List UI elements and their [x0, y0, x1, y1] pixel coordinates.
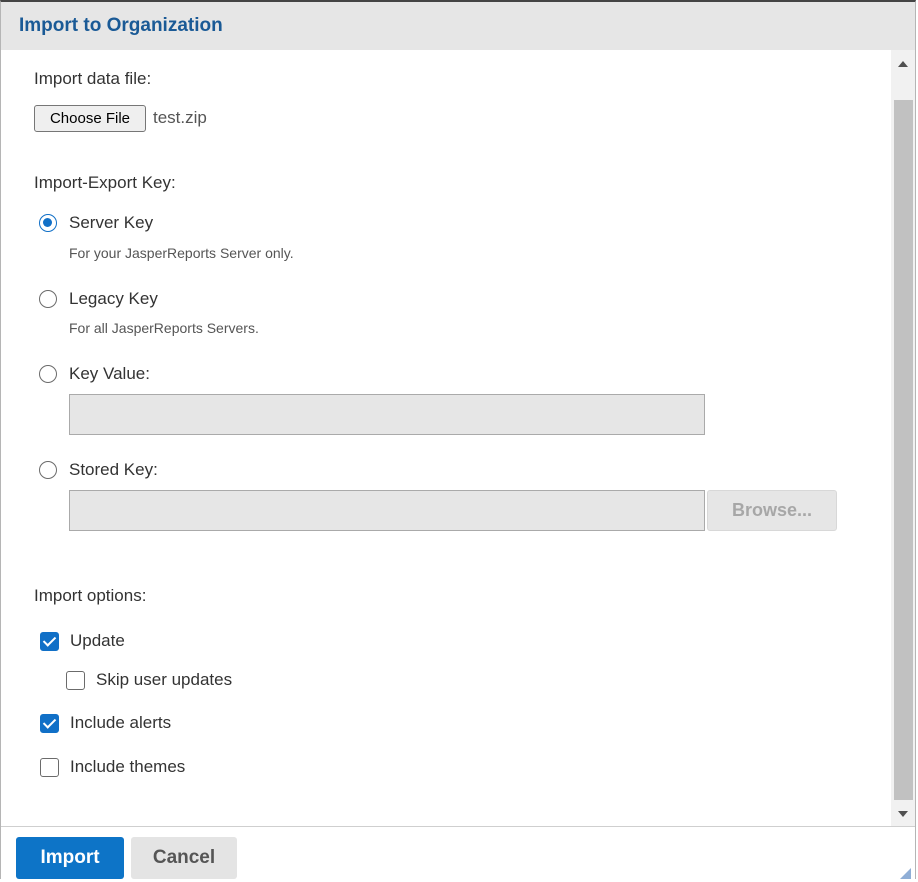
stored-key-input[interactable] — [69, 490, 705, 531]
checkbox[interactable] — [66, 671, 85, 690]
dialog-footer: Import Cancel — [1, 826, 915, 882]
choose-file-button[interactable]: Choose File — [34, 105, 146, 132]
radio-label: Server Key — [69, 213, 154, 232]
radio-label: Legacy Key — [69, 289, 158, 308]
vertical-scrollbar[interactable] — [891, 50, 915, 826]
checkbox[interactable] — [40, 632, 59, 651]
checkbox[interactable] — [40, 714, 59, 733]
browse-button[interactable]: Browse... — [707, 490, 837, 531]
checkbox-label: Update — [70, 631, 125, 650]
scroll-up-arrow-icon[interactable] — [898, 61, 908, 67]
checkbox-label: Skip user updates — [96, 670, 233, 689]
dialog-title: Import to Organization — [19, 15, 223, 36]
radio-button[interactable] — [39, 290, 57, 308]
key-value-input[interactable] — [69, 394, 705, 435]
import-file-label: Import data file: — [34, 69, 152, 88]
legacy-key-hint: For all JasperReports Servers. — [69, 320, 259, 336]
checkbox[interactable] — [40, 758, 59, 777]
radio-button[interactable] — [39, 365, 57, 383]
import-export-key-label: Import-Export Key: — [34, 173, 176, 192]
radio-button[interactable] — [39, 461, 57, 479]
checkbox-label: Include alerts — [70, 713, 172, 732]
checkbox-label: Include themes — [70, 757, 186, 776]
radio-label: Key Value: — [69, 364, 150, 383]
import-dialog: Import to Organization Import data file:… — [0, 0, 916, 882]
import-options-label: Import options: — [34, 586, 147, 605]
radio-button[interactable] — [39, 214, 57, 232]
resize-grip-icon[interactable] — [900, 868, 911, 879]
scroll-down-arrow-icon[interactable] — [898, 811, 908, 817]
server-key-hint: For your JasperReports Server only. — [69, 245, 294, 261]
cancel-button[interactable]: Cancel — [131, 837, 237, 879]
dialog-body: Import data file: Choose File test.zip I… — [1, 50, 891, 826]
import-button[interactable]: Import — [16, 837, 124, 879]
dialog-header[interactable]: Import to Organization — [1, 2, 915, 50]
radio-label: Stored Key: — [69, 460, 158, 479]
selected-file-name: test.zip — [153, 108, 207, 127]
scrollbar-thumb[interactable] — [894, 100, 913, 800]
